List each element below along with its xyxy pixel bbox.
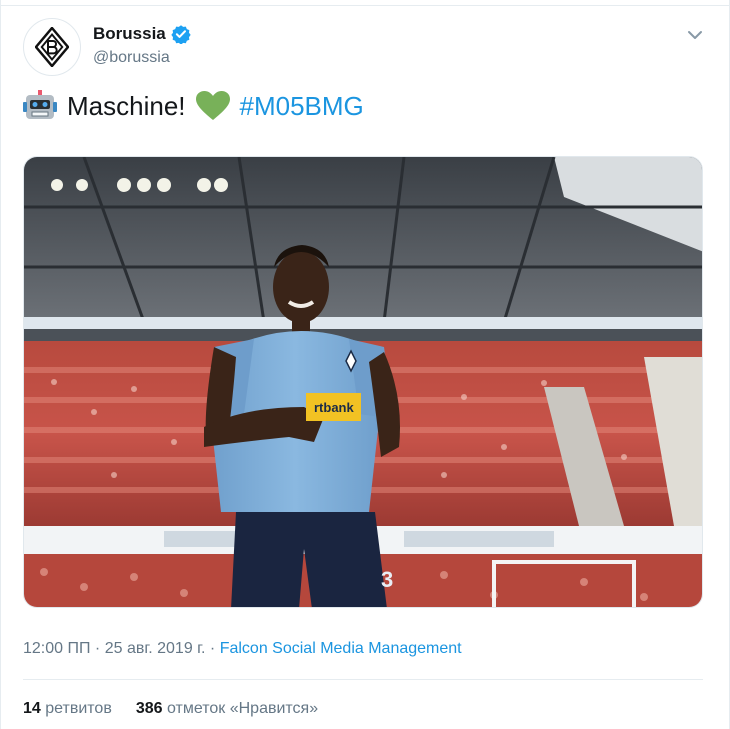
- tweet-meta: 12:00 ПП · 25 авг. 2019 г. · Falcon Soci…: [23, 640, 462, 658]
- tweet-source-link[interactable]: Falcon Social Media Management: [220, 640, 462, 657]
- retweets-count: 14: [23, 700, 41, 717]
- hashtag-link[interactable]: #M05BMG: [240, 91, 364, 122]
- verified-badge-icon: [171, 25, 191, 44]
- user-handle[interactable]: @borussia: [93, 49, 170, 67]
- svg-text:3: 3: [381, 567, 393, 592]
- tweet-photo[interactable]: rtbank 3: [23, 156, 703, 608]
- likes-label: отметок «Нравится»: [166, 700, 319, 717]
- meta-separator: ·: [205, 640, 220, 657]
- top-divider: [1, 5, 730, 6]
- tweet-date[interactable]: 25 авг. 2019 г.: [105, 640, 206, 657]
- tweet-card: Borussia @borussia Maschine! #M05BMG rtb…: [0, 0, 730, 729]
- retweets-label: ретвитов: [45, 700, 112, 717]
- meta-separator: ·: [90, 640, 105, 657]
- tweet-main-text: Maschine!: [67, 90, 186, 121]
- tweet-stats: 14 ретвитов 386 отметок «Нравится»: [23, 700, 318, 718]
- likes-count: 386: [135, 700, 163, 717]
- photo-image: rtbank 3: [24, 157, 702, 607]
- robot-face-icon: [23, 90, 57, 119]
- display-name[interactable]: Borussia: [93, 24, 166, 44]
- avatar[interactable]: [23, 18, 81, 76]
- tweet-time[interactable]: 12:00 ПП: [23, 640, 90, 657]
- chevron-down-icon[interactable]: [684, 24, 706, 46]
- tweet-text: Maschine! #M05BMG: [23, 90, 364, 122]
- borussia-crest-icon: [35, 27, 69, 67]
- retweets-stat[interactable]: 14 ретвитов: [23, 700, 112, 718]
- stats-divider: [23, 679, 703, 680]
- likes-stat[interactable]: 386 отметок «Нравится»: [136, 700, 318, 718]
- svg-text:rtbank: rtbank: [314, 400, 355, 415]
- author-name-row[interactable]: Borussia: [93, 24, 191, 44]
- green-heart-icon: [195, 91, 230, 120]
